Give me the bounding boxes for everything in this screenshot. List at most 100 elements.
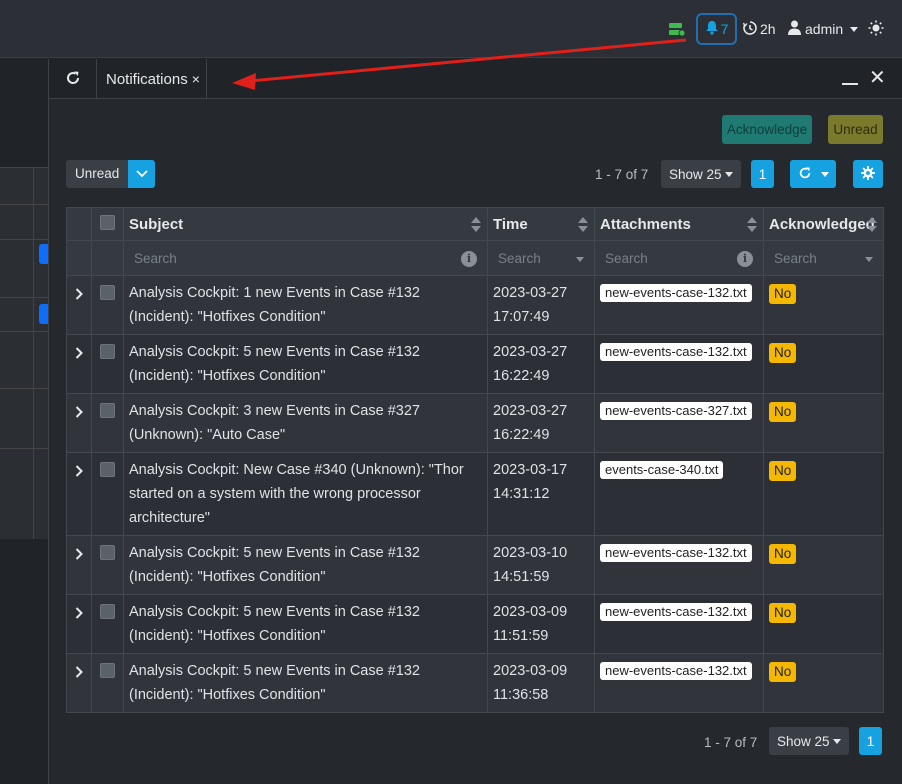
time-search-input[interactable]: Search (487, 240, 595, 276)
expand-row-button[interactable] (66, 275, 92, 335)
sort-icon[interactable] (471, 217, 481, 233)
subject-cell: Analysis Cockpit: 5 new Events in Case #… (123, 535, 488, 595)
table-row[interactable]: Analysis Cockpit: 5 new Events in Case #… (66, 653, 884, 713)
username: admin (805, 21, 844, 37)
acknowledged-cell: No (763, 393, 884, 453)
time-cell: 2023-03-27 16:22:49 (487, 393, 595, 453)
chevron-down-icon[interactable] (128, 160, 156, 188)
expand-row-button[interactable] (66, 334, 92, 394)
mark-unread-button[interactable]: Unread (828, 115, 883, 144)
time-cell: 2023-03-10 14:51:59 (487, 535, 595, 595)
status-badge: No (769, 544, 797, 564)
page-size-dropdown-bottom[interactable]: Show 25 (769, 727, 849, 755)
background-table (0, 167, 48, 539)
session-timer[interactable]: 2h (742, 14, 776, 44)
reload-dropdown-button[interactable] (790, 160, 836, 188)
settings-button[interactable] (853, 160, 883, 188)
chevron-down-icon[interactable] (576, 257, 584, 262)
column-header-attachments[interactable]: Attachments (594, 207, 764, 241)
attachments-search-input[interactable]: Search i (594, 240, 764, 276)
time-text: 2023-03-27 17:07:49 (493, 285, 568, 325)
row-select-cell[interactable] (91, 334, 124, 394)
table-header-row: Subject Time Attachments Acknowledged (66, 207, 884, 241)
status-badge: No (769, 343, 797, 363)
divider (0, 448, 48, 449)
status-badge: No (769, 402, 797, 422)
row-select-cell[interactable] (91, 452, 124, 536)
attachment-link[interactable]: new-events-case-327.txt (600, 402, 752, 420)
checkbox[interactable] (100, 604, 115, 619)
attachment-link[interactable]: new-events-case-132.txt (600, 343, 752, 361)
checkbox[interactable] (100, 462, 115, 477)
server-status-icon[interactable] (668, 14, 686, 44)
table-row[interactable]: Analysis Cockpit: 5 new Events in Case #… (66, 535, 884, 595)
info-icon[interactable]: i (461, 251, 477, 267)
close-icon[interactable]: × (192, 71, 200, 87)
attachment-link[interactable]: new-events-case-132.txt (600, 662, 752, 680)
subject-cell: Analysis Cockpit: 1 new Events in Case #… (123, 275, 488, 335)
attachment-link[interactable]: new-events-case-132.txt (600, 603, 752, 621)
attachment-link[interactable]: new-events-case-132.txt (600, 284, 752, 302)
row-select-cell[interactable] (91, 393, 124, 453)
notifications-table: Subject Time Attachments Acknowledged Se… (66, 207, 884, 713)
row-select-cell[interactable] (91, 535, 124, 595)
acknowledged-search-select[interactable]: Search (763, 240, 884, 276)
subject-cell: Analysis Cockpit: New Case #340 (Unknown… (123, 452, 488, 536)
subject-search-input[interactable]: Search i (123, 240, 488, 276)
expand-row-button[interactable] (66, 594, 92, 654)
user-menu[interactable]: admin (788, 14, 859, 44)
info-icon[interactable]: i (737, 251, 753, 267)
close-panel-button[interactable]: ✕ (869, 68, 886, 88)
top-navbar: 7 2h admin (0, 0, 902, 58)
attachment-link[interactable]: new-events-case-132.txt (600, 544, 752, 562)
row-select-cell[interactable] (91, 275, 124, 335)
attachment-cell: events-case-340.txt (594, 452, 764, 536)
subject-text: Analysis Cockpit: 5 new Events in Case #… (129, 663, 420, 703)
refresh-icon (798, 166, 812, 183)
search-placeholder: Search (774, 250, 817, 266)
sort-icon[interactable] (578, 217, 588, 233)
acknowledge-button[interactable]: Acknowledge (722, 115, 812, 144)
expand-row-button[interactable] (66, 393, 92, 453)
sort-icon[interactable] (867, 217, 877, 233)
expand-row-button[interactable] (66, 452, 92, 536)
page-button-1-bottom[interactable]: 1 (859, 727, 882, 755)
attachment-cell: new-events-case-132.txt (594, 535, 764, 595)
tab-notifications[interactable]: Notifications × (97, 59, 207, 99)
checkbox[interactable] (100, 663, 115, 678)
select-all-checkbox[interactable] (91, 207, 124, 241)
checkbox[interactable] (100, 403, 115, 418)
column-header-subject[interactable]: Subject (123, 207, 488, 241)
minimize-button[interactable] (842, 83, 858, 85)
table-row[interactable]: Analysis Cockpit: New Case #340 (Unknown… (66, 452, 884, 536)
filter-value: Unread (66, 160, 129, 188)
table-row[interactable]: Analysis Cockpit: 3 new Events in Case #… (66, 393, 884, 453)
page-button-1[interactable]: 1 (751, 160, 774, 188)
row-select-cell[interactable] (91, 594, 124, 654)
attachment-link[interactable]: events-case-340.txt (600, 461, 724, 479)
checkbox[interactable] (100, 344, 115, 359)
checkbox[interactable] (100, 545, 115, 560)
timer-label: 2h (760, 21, 776, 37)
subject-cell: Analysis Cockpit: 3 new Events in Case #… (123, 393, 488, 453)
time-text: 2023-03-17 14:31:12 (493, 462, 568, 502)
checkbox[interactable] (100, 285, 115, 300)
theme-toggle[interactable] (868, 14, 884, 44)
table-row[interactable]: Analysis Cockpit: 5 new Events in Case #… (66, 334, 884, 394)
notifications-button[interactable]: 7 (696, 13, 737, 45)
filter-dropdown[interactable]: Unread (66, 160, 156, 188)
expand-row-button[interactable] (66, 535, 92, 595)
row-select-cell[interactable] (91, 653, 124, 713)
expand-row-button[interactable] (66, 653, 92, 713)
divider (0, 239, 48, 240)
table-row[interactable]: Analysis Cockpit: 1 new Events in Case #… (66, 275, 884, 335)
page-size-dropdown[interactable]: Show 25 (661, 160, 741, 188)
column-header-acknowledged[interactable]: Acknowledged (763, 207, 884, 241)
subject-text: Analysis Cockpit: 5 new Events in Case #… (129, 604, 420, 644)
refresh-button[interactable] (49, 59, 97, 99)
table-row[interactable]: Analysis Cockpit: 5 new Events in Case #… (66, 594, 884, 654)
checkbox[interactable] (100, 214, 115, 230)
column-header-time[interactable]: Time (487, 207, 595, 241)
chevron-down-icon[interactable] (865, 257, 873, 262)
sort-icon[interactable] (747, 217, 757, 233)
